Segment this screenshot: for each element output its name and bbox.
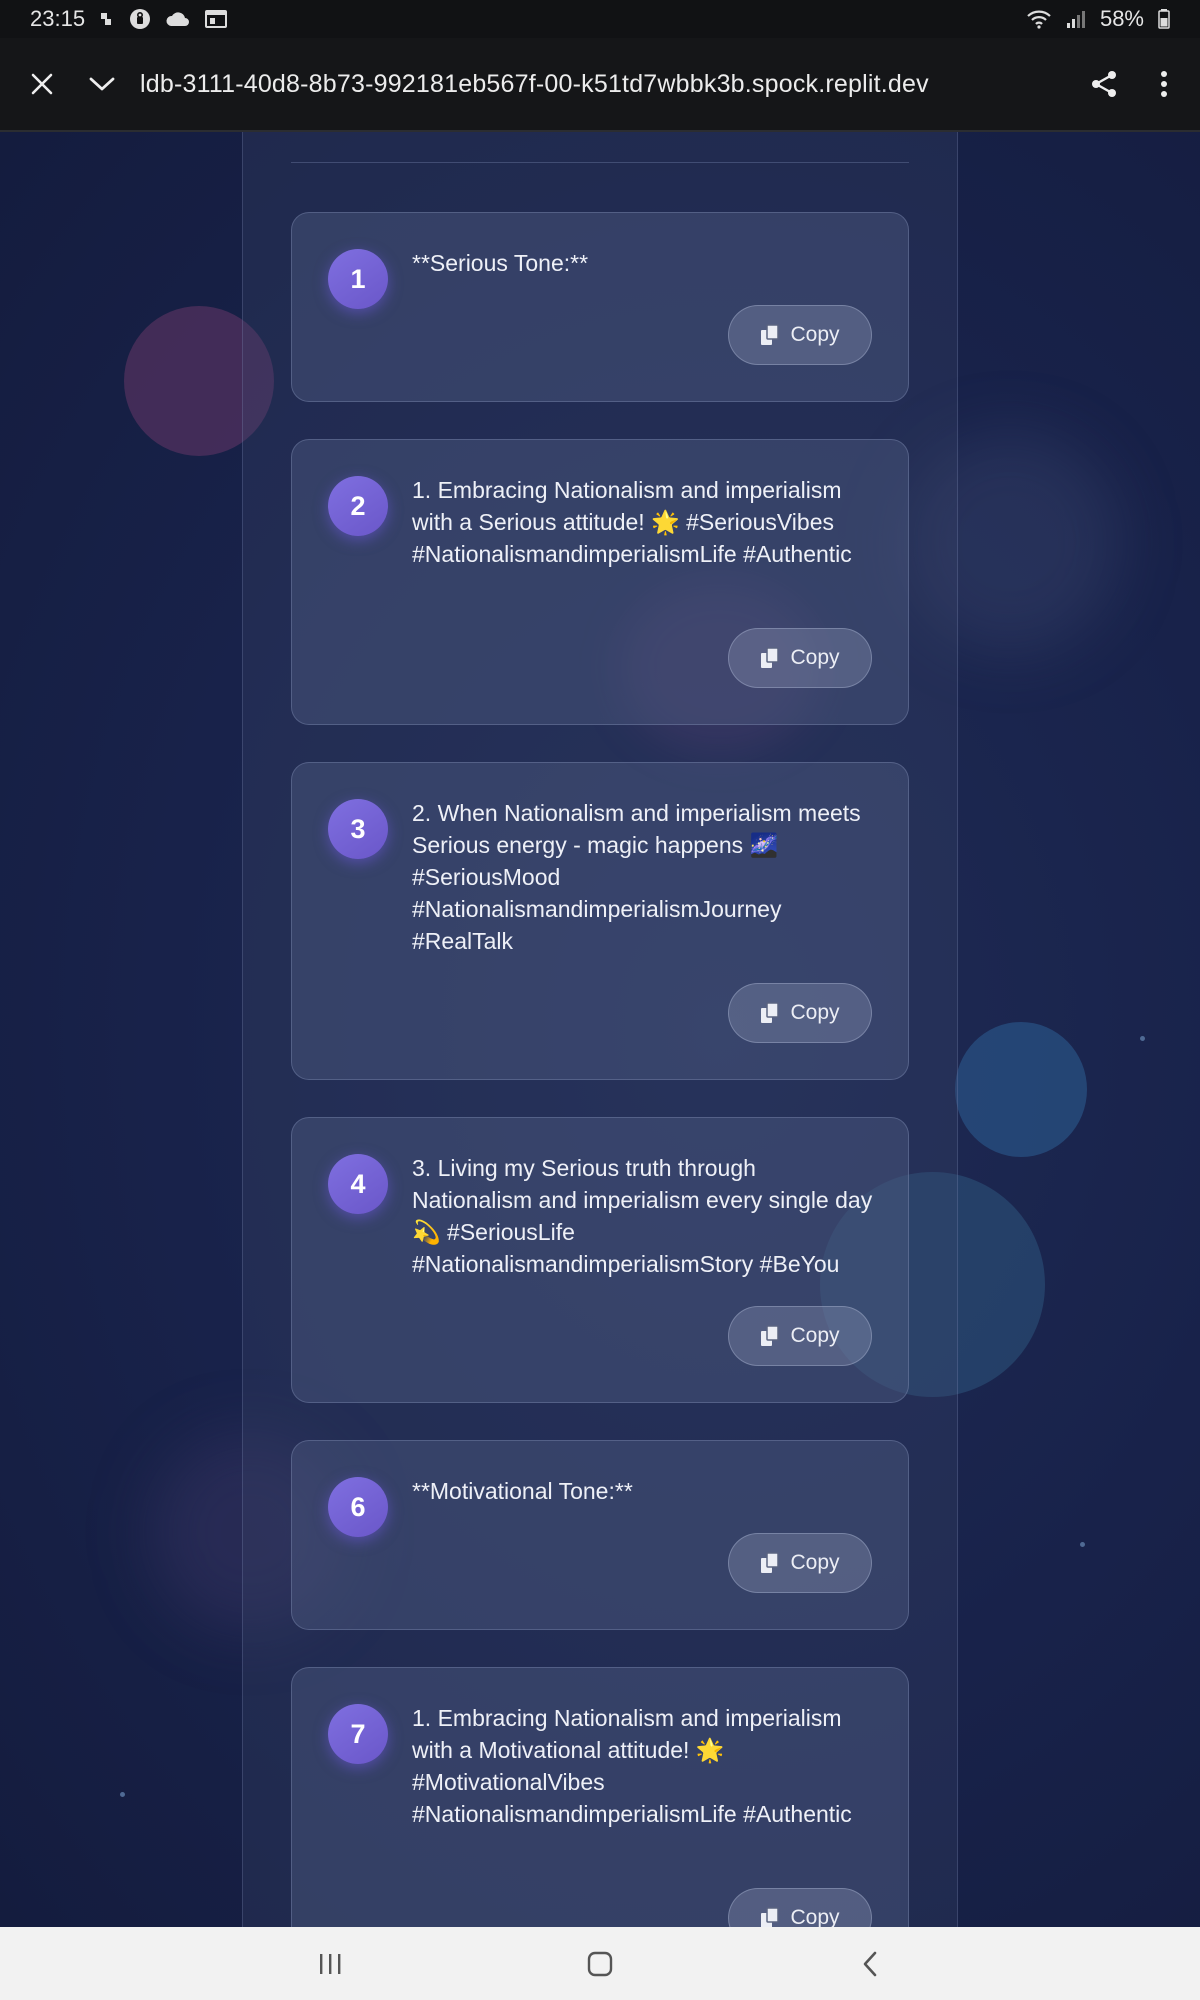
copy-button[interactable]: Copy [728,1888,872,1927]
battery-percent: 58% [1099,6,1144,31]
notification-dot-icon [99,11,115,27]
home-icon[interactable] [565,1939,635,1989]
url-bar[interactable]: ldb-3111-40d8-8b73-992181eb567f-00-k51td… [132,70,1074,99]
caption-text: 1. Embracing Nationalism and imperialism… [412,477,852,567]
caption-text: **Serious Tone:** [412,250,589,276]
status-bar: 23:15 58% [0,0,1200,38]
status-time: 23:15 [30,6,86,31]
copy-label: Copy [790,1001,840,1024]
card-number-badge: 7 [328,1704,388,1764]
card-number-badge: 6 [328,1477,388,1537]
copy-icon [761,1002,780,1023]
card-number-badge: 3 [328,799,388,859]
chevron-down-icon[interactable] [72,54,132,114]
browser-toolbar: ldb-3111-40d8-8b73-992181eb567f-00-k51td… [0,38,1200,132]
system-nav-bar [0,1927,1200,2000]
copy-label: Copy [790,323,840,346]
screen-icon [205,9,228,29]
close-icon[interactable] [12,54,72,114]
decor-star [120,1792,125,1797]
divider [291,162,909,163]
decor-star [1140,1036,1145,1041]
copy-button[interactable]: Copy [728,1533,872,1593]
recent-apps-icon[interactable] [295,1939,365,1989]
copy-button[interactable]: Copy [728,305,872,365]
privacy-icon [129,8,151,30]
card-number-badge: 4 [328,1154,388,1214]
caption-card: 4 3. Living my Serious truth through Nat… [291,1117,909,1403]
back-icon[interactable] [835,1939,905,1989]
wifi-icon [1026,9,1052,29]
copy-icon [761,1325,780,1346]
copy-label: Copy [790,1324,840,1347]
results-panel: 1 **Serious Tone:** Copy 2 1. Embracing … [242,132,958,1927]
card-number-badge: 2 [328,476,388,536]
signal-icon [1066,9,1086,29]
caption-card: 6 **Motivational Tone:** Copy [291,1440,909,1630]
cloud-icon [165,10,191,28]
copy-button[interactable]: Copy [728,1306,872,1366]
caption-text: 1. Embracing Nationalism and imperialism… [412,1705,852,1827]
copy-button[interactable]: Copy [728,983,872,1043]
copy-icon [761,324,780,345]
web-page: 1 **Serious Tone:** Copy 2 1. Embracing … [0,132,1200,1927]
more-vert-icon[interactable] [1134,54,1194,114]
card-number-badge: 1 [328,249,388,309]
battery-icon [1158,9,1170,29]
share-icon[interactable] [1074,54,1134,114]
copy-label: Copy [790,1551,840,1574]
copy-button[interactable]: Copy [728,628,872,688]
decor-bubble [955,1022,1087,1157]
caption-card: 1 **Serious Tone:** Copy [291,212,909,402]
caption-text: **Motivational Tone:** [412,1478,633,1504]
copy-icon [761,1552,780,1573]
caption-text: 2. When Nationalism and imperialism meet… [412,800,861,954]
copy-label: Copy [790,1906,840,1927]
copy-label: Copy [790,646,840,669]
caption-card: 2 1. Embracing Nationalism and imperiali… [291,439,909,725]
copy-icon [761,647,780,668]
caption-text: 3. Living my Serious truth through Natio… [412,1155,873,1277]
caption-card: 3 2. When Nationalism and imperialism me… [291,762,909,1080]
caption-card: 7 1. Embracing Nationalism and imperiali… [291,1667,909,1927]
decor-star [1080,1542,1085,1547]
copy-icon [761,1907,780,1927]
